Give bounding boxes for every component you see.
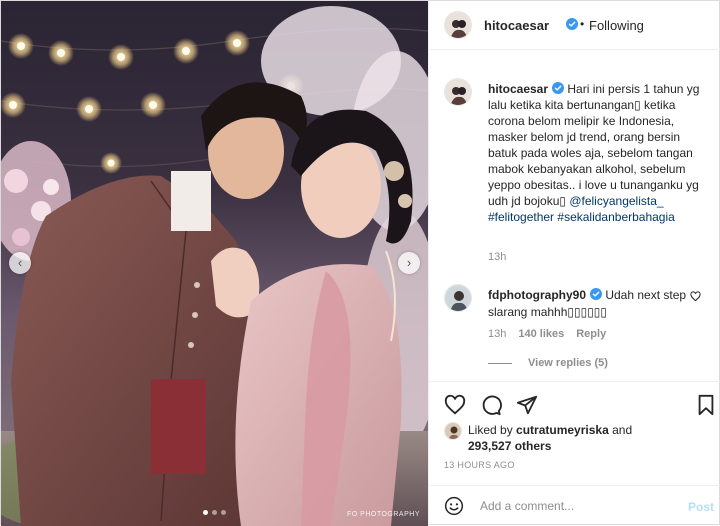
caption-timestamp[interactable]: 13h <box>488 251 506 263</box>
post-header: hitocaesar • Following <box>429 1 720 50</box>
verified-badge-icon <box>590 288 602 300</box>
likes-prefix: Liked by <box>468 423 513 437</box>
comment-likes-count[interactable]: 140 likes <box>518 328 564 340</box>
caption-username[interactable]: hitocaesar <box>488 82 548 96</box>
liker-username[interactable]: cutratumeyriska <box>516 423 609 437</box>
comment-icon[interactable] <box>480 394 502 416</box>
previous-photo-button[interactable]: ‹ <box>9 252 31 274</box>
instagram-post: ‹ › FO PHOTOGRAPHY hitocaesar • Followin… <box>0 0 720 526</box>
photo-watermark: FO PHOTOGRAPHY <box>347 511 420 518</box>
comment-like-heart-icon[interactable] <box>690 291 701 302</box>
hashtag-link[interactable]: #sekalidanberbahagia <box>557 210 674 224</box>
likes-summary: Liked by cutratumeyriska and 293,527 oth… <box>468 422 708 454</box>
comment-input[interactable] <box>480 495 670 517</box>
comment: fdphotography90 Udah next step slarang m… <box>488 287 696 321</box>
emoji-icon[interactable] <box>444 496 464 516</box>
add-comment-bar: Post <box>429 485 720 526</box>
verified-badge-icon <box>552 82 565 94</box>
carousel-dot-active <box>203 510 208 515</box>
couple-photo-illustration <box>1 6 428 526</box>
caption-text: Hari ini persis 1 tahun yg lalu ketika k… <box>488 82 700 208</box>
author-avatar[interactable] <box>444 11 472 39</box>
view-replies-label: View replies (5) <box>528 357 608 369</box>
comment-timestamp[interactable]: 13h <box>488 328 506 340</box>
post-caption: hitocaesar Hari ini persis 1 tahun yg la… <box>488 81 710 225</box>
caption-author-avatar[interactable] <box>444 78 472 106</box>
post-comment-button[interactable]: Post <box>688 500 714 514</box>
author-username[interactable]: hitocaesar <box>484 18 549 33</box>
post-date[interactable]: 13 HOURS AGO <box>444 460 515 470</box>
likes-conjunction: and <box>612 423 633 437</box>
post-details-panel: hitocaesar • Following hitocaesar Hari i… <box>428 1 720 526</box>
post-photo[interactable]: ‹ › FO PHOTOGRAPHY <box>1 1 428 526</box>
next-photo-button[interactable]: › <box>398 252 420 274</box>
carousel-dot <box>221 510 226 515</box>
carousel-dot <box>212 510 217 515</box>
verified-badge-icon <box>562 18 578 32</box>
liker-avatar[interactable] <box>444 422 462 440</box>
heart-icon[interactable] <box>444 394 466 416</box>
follow-status-button[interactable]: Following <box>589 18 644 33</box>
share-icon[interactable] <box>516 394 538 416</box>
commenter-avatar[interactable] <box>444 284 472 312</box>
likes-count[interactable]: 293,527 others <box>468 439 551 453</box>
comment-meta: 13h 140 likes Reply <box>488 328 618 340</box>
hashtag-link[interactable]: #felitogether <box>488 210 554 224</box>
action-bar <box>429 381 720 426</box>
commenter-username[interactable]: fdphotography90 <box>488 288 586 302</box>
view-replies-button[interactable]: View replies (5) <box>488 357 608 369</box>
replies-divider-line <box>488 362 512 364</box>
bookmark-icon[interactable] <box>695 394 717 416</box>
reply-button[interactable]: Reply <box>576 328 606 340</box>
separator-bullet: • <box>580 17 585 31</box>
mention-link[interactable]: @felicyangelista_ <box>569 194 663 208</box>
